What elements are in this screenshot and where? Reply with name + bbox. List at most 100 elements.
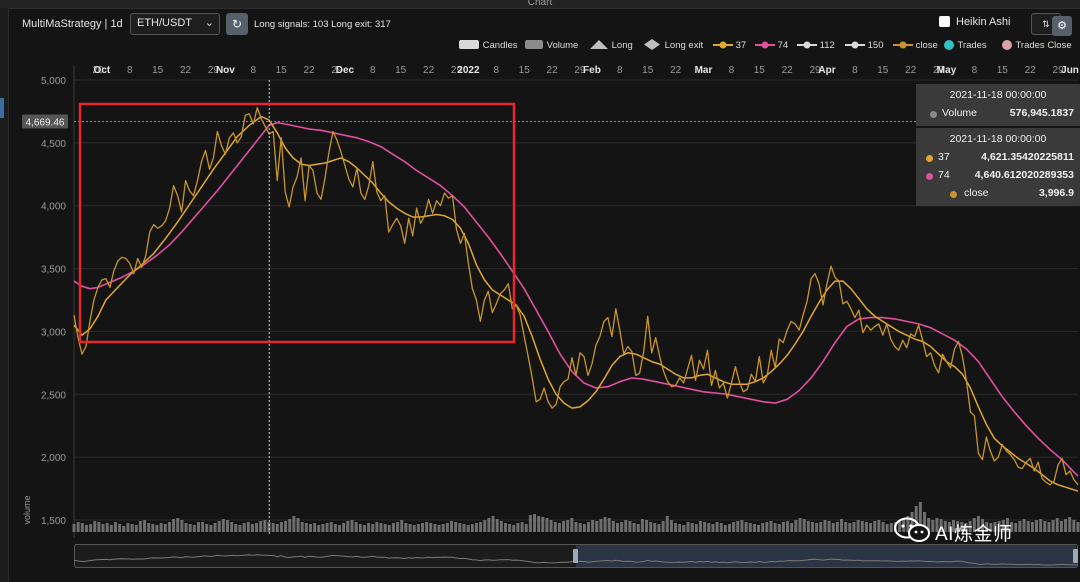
volume-bar <box>541 517 545 532</box>
refresh-button[interactable]: ↻ <box>226 13 248 35</box>
volume-bar <box>379 523 383 532</box>
volume-bar <box>279 522 283 532</box>
x-tick-label: 8 <box>972 65 978 76</box>
volume-bar <box>603 517 607 532</box>
volume-bar <box>740 520 744 532</box>
highlight-box <box>78 102 516 344</box>
legend-item-close[interactable]: close <box>893 39 938 51</box>
volume-bar <box>533 514 537 532</box>
signals-summary: Long signals: 103 Long exit: 317 <box>254 19 391 30</box>
volume-bar <box>296 518 300 532</box>
volume-bar <box>591 520 595 532</box>
volume-bar <box>632 523 636 532</box>
volume-bar <box>163 524 167 532</box>
volume-bar <box>794 520 798 532</box>
legend-item-trades-close[interactable]: Trades Close <box>1001 39 1072 51</box>
volume-bar <box>205 524 209 532</box>
volume-bar <box>790 523 794 532</box>
heikin-ashi-toggle[interactable]: Heikin Ashi <box>939 16 1010 28</box>
volume-bar <box>196 522 200 532</box>
x-tick-label: 22 <box>547 65 559 76</box>
x-tick-label: 15 <box>152 65 164 76</box>
legend-item-volume[interactable]: Volume <box>524 39 578 51</box>
volume-bar <box>425 522 429 532</box>
legend-label: 74 <box>777 40 789 51</box>
volume-bar <box>255 523 259 532</box>
x-tick-label: 8 <box>127 65 133 76</box>
volume-bar <box>300 522 304 532</box>
legend-item-long-exit[interactable]: Long exit <box>642 39 703 51</box>
volume-bar <box>350 520 354 532</box>
tooltip-date: 2021-11-18 00:00:00 <box>949 133 1047 145</box>
legend-label: Volume <box>546 40 579 51</box>
legend-item-37[interactable]: 37 <box>713 39 746 51</box>
volume-bar <box>172 519 176 532</box>
volume-bar <box>707 523 711 532</box>
volume-bar <box>802 519 806 532</box>
range-navigator[interactable] <box>74 544 1078 568</box>
volume-bar <box>412 525 416 532</box>
watermark: AI炼金师 <box>893 515 1073 547</box>
volume-bar <box>840 519 844 532</box>
chevron-down-icon: ⌄ <box>204 17 214 29</box>
volume-bar <box>263 520 267 532</box>
tooltip-series-value: 4,621.35420225811 <box>981 151 1074 163</box>
x-tick-label: 22 <box>782 65 794 76</box>
volume-axis-label: volume <box>22 495 32 524</box>
volume-bar <box>437 525 441 532</box>
volume-bar <box>109 525 113 532</box>
x-tick-label: Oct <box>94 65 111 76</box>
volume-bar <box>134 525 138 532</box>
tooltip-volume-value: 576,945.1837 <box>1009 107 1074 119</box>
volume-bar <box>155 525 159 532</box>
navigator-handle-right[interactable] <box>1073 549 1078 563</box>
volume-bar <box>346 521 350 532</box>
legend-label: Long exit <box>664 40 704 51</box>
legend-item-112[interactable]: 112 <box>797 39 835 51</box>
volume-tooltip: 2021-11-18 00:00:00 Volume 576,945.1837 <box>916 84 1080 126</box>
volume-bar <box>159 523 163 532</box>
settings-button[interactable]: ⚙ <box>1052 16 1072 36</box>
volume-bar <box>553 522 557 532</box>
volume-bar <box>665 516 669 532</box>
volume-bar <box>728 524 732 532</box>
x-tick-label: Dec <box>336 65 355 76</box>
volume-bar <box>105 523 109 532</box>
heikin-ashi-checkbox[interactable] <box>939 16 950 27</box>
x-tick-label: 2022 <box>457 65 480 76</box>
volume-bar <box>404 523 408 532</box>
volume-bar <box>640 519 644 532</box>
x-tick-label: 22 <box>670 65 682 76</box>
volume-bar <box>474 523 478 532</box>
volume-bar <box>167 522 171 532</box>
chart-toolbar: MultiMaStrategy | 1d ETH/USDT ⌄ ↻ Long s… <box>14 12 1074 38</box>
pair-select[interactable]: ETH/USDT ⌄ <box>130 13 220 35</box>
navigator-handle-left[interactable] <box>573 549 578 563</box>
volume-bar <box>624 520 628 532</box>
diamond-legend-icon <box>644 39 660 50</box>
volume-bar <box>607 518 611 532</box>
volume-bar <box>375 522 379 532</box>
volume-bar <box>669 520 673 532</box>
volume-bar <box>250 524 254 532</box>
legend-item-trades[interactable]: Trades <box>943 39 987 51</box>
tooltip-series-value: 4,640.612020289353 <box>974 169 1074 181</box>
volume-bar <box>483 520 487 532</box>
volume-bar <box>118 524 122 532</box>
y-tick-label: 4,500 <box>41 139 66 150</box>
window-title: Chart <box>0 0 1080 9</box>
y-tick-label: 2,000 <box>41 453 66 464</box>
volume-bar <box>130 524 134 532</box>
y-tick-label: 5,000 <box>41 76 66 87</box>
line-dot-legend-icon <box>893 41 913 49</box>
legend-item-candles[interactable]: Candles <box>458 39 518 51</box>
volume-bar <box>831 523 835 532</box>
volume-bar <box>777 524 781 532</box>
volume-bar <box>122 526 126 532</box>
volume-bar <box>823 520 827 532</box>
legend-item-long[interactable]: Long <box>589 39 633 51</box>
volume-bar <box>84 525 88 532</box>
legend-item-150[interactable]: 150 <box>845 39 884 51</box>
volume-bar <box>611 521 615 532</box>
legend-item-74[interactable]: 74 <box>755 39 788 51</box>
